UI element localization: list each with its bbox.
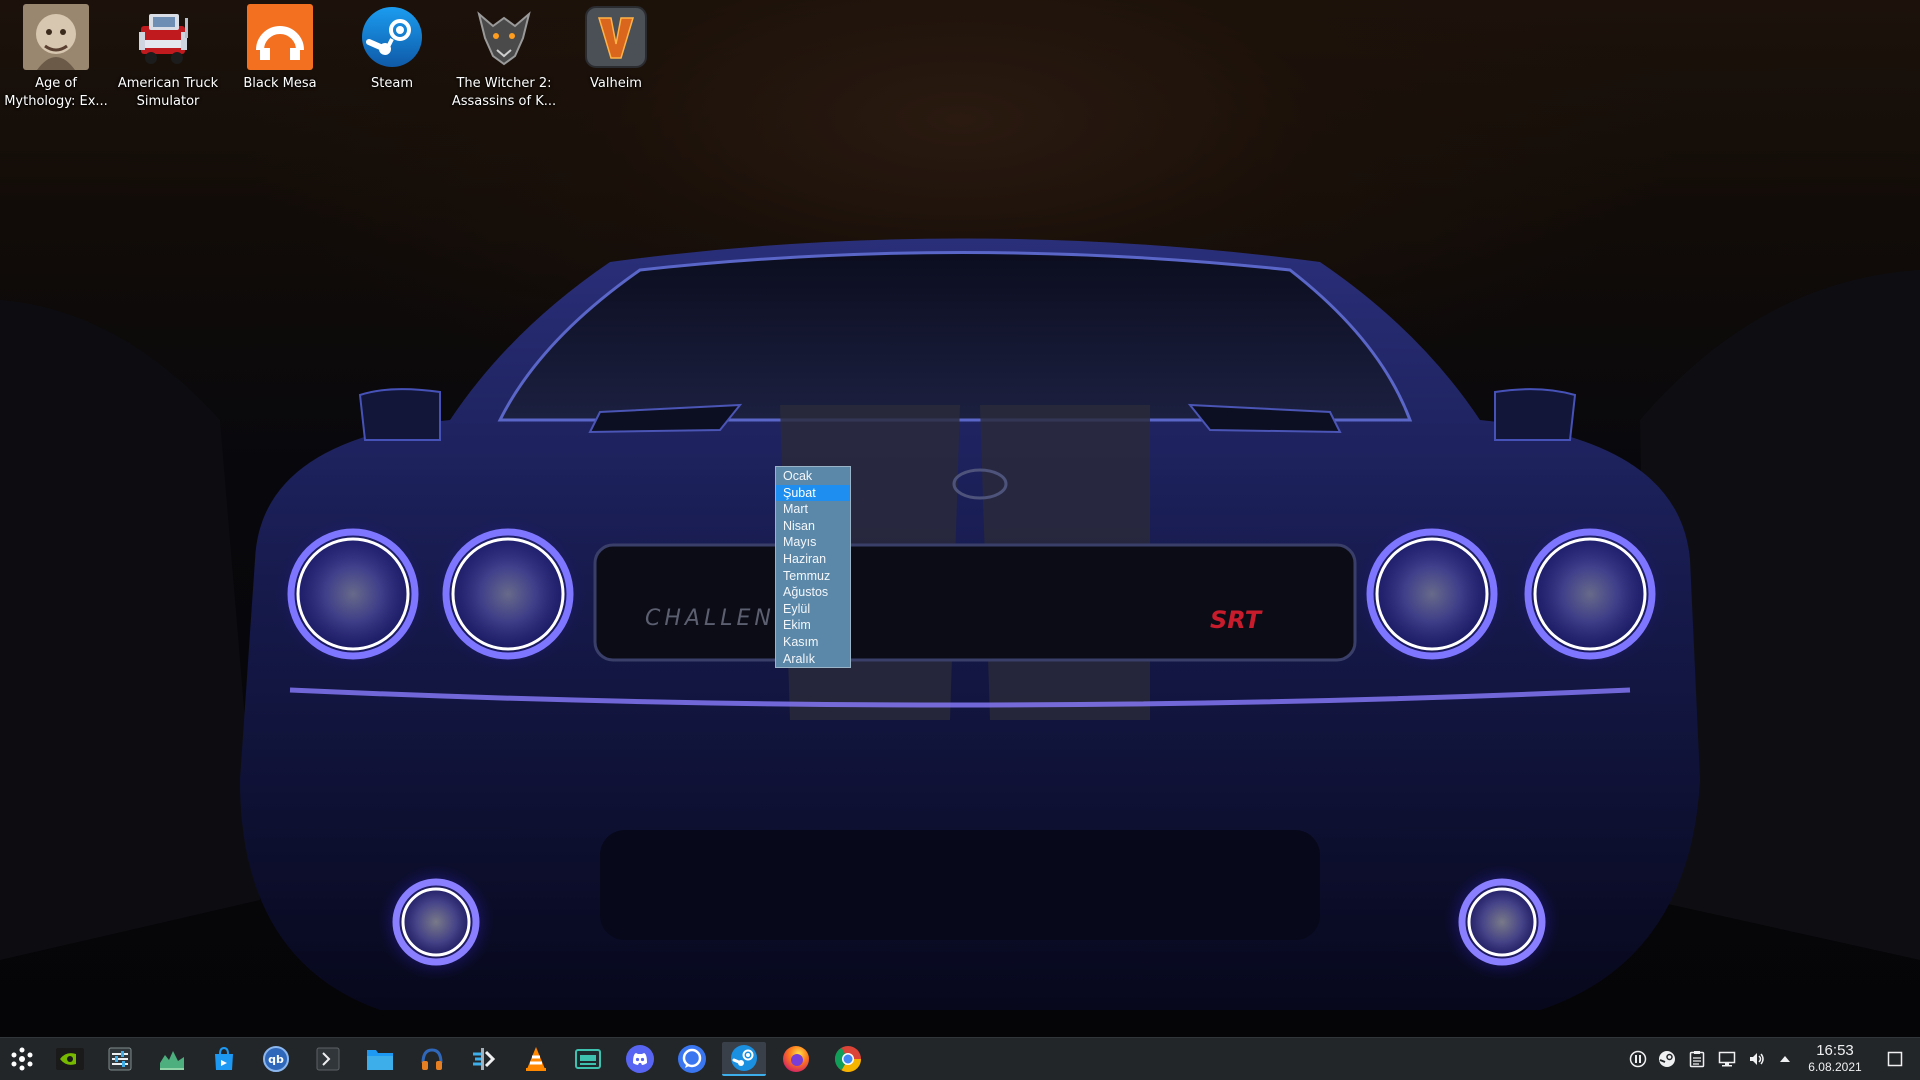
taskbar-file-manager[interactable] (358, 1042, 402, 1076)
system-settings-icon (108, 1047, 132, 1071)
car-wallpaper-art: CHALLEN SRT (0, 238, 1920, 1010)
tray-network[interactable] (1716, 1048, 1738, 1070)
taskbar-kde-connect[interactable] (462, 1042, 506, 1076)
steam-tray-icon (1659, 1051, 1675, 1067)
witcher-wolf-icon (471, 4, 537, 70)
tray-clipboard[interactable] (1686, 1048, 1708, 1070)
taskbar-audio-player[interactable] (410, 1042, 454, 1076)
show-desktop-button[interactable] (1884, 1048, 1906, 1070)
month-option-mart[interactable]: Mart (776, 501, 850, 518)
taskbar-signal[interactable] (670, 1042, 714, 1076)
taskbar: qb 16:53 6.08.2021 (0, 1037, 1920, 1080)
desktop-icon-label: American Truck Simulator (117, 76, 219, 109)
kde-connect-icon (473, 1048, 496, 1070)
volume-icon (1750, 1053, 1764, 1065)
terminal-icon (316, 1047, 340, 1071)
taskbar-system-settings[interactable] (98, 1042, 142, 1076)
desktop-icon-label: The Witcher 2: Assassins of K... (451, 76, 557, 109)
month-option-kasim[interactable]: Kasım (776, 634, 850, 651)
desktop-icon-label: Black Mesa (243, 76, 317, 91)
taskbar-discover[interactable] (202, 1042, 246, 1076)
taskbar-discord[interactable] (618, 1042, 662, 1076)
taskbar-nvidia[interactable] (48, 1042, 92, 1076)
taskbar-terminal[interactable] (306, 1042, 350, 1076)
media-pause-icon (1629, 1050, 1647, 1068)
virtual-machine-icon (575, 1049, 601, 1069)
firefox-icon (783, 1046, 809, 1072)
month-dropdown-list[interactable]: Ocak Şubat Mart Nisan Mayıs Haziran Temm… (775, 466, 851, 668)
month-option-mayis[interactable]: Mayıs (776, 534, 850, 551)
svg-text:SRT: SRT (1210, 606, 1263, 634)
month-option-ocak[interactable]: Ocak (776, 468, 850, 485)
month-option-haziran[interactable]: Haziran (776, 551, 850, 568)
clock-date: 6.08.2021 (1808, 1060, 1862, 1074)
taskbar-vlc[interactable] (514, 1042, 558, 1076)
month-option-ekim[interactable]: Ekim (776, 617, 850, 634)
age-of-mythology-icon (23, 4, 89, 70)
discord-icon (626, 1045, 654, 1073)
steam-icon (359, 4, 425, 70)
month-option-nisan[interactable]: Nisan (776, 518, 850, 535)
expand-tray-icon (1780, 1056, 1790, 1062)
desktop-icon-black-mesa[interactable]: Black Mesa (224, 4, 336, 93)
desktop-wallpaper: CHALLEN SRT (0, 0, 1920, 1037)
system-monitor-icon (160, 1051, 184, 1070)
clock[interactable]: 16:53 6.08.2021 (1800, 1042, 1870, 1075)
black-mesa-icon (247, 4, 313, 70)
tray-steam[interactable] (1656, 1048, 1678, 1070)
nvidia-icon (56, 1048, 84, 1070)
desktop-icon-label: Age of Mythology: Ex... (4, 76, 108, 109)
tray-expand[interactable] (1774, 1048, 1796, 1070)
month-option-subat[interactable]: Şubat (776, 484, 850, 502)
taskbar-virtual-machine[interactable] (566, 1042, 610, 1076)
show-desktop-icon (1887, 1051, 1903, 1067)
audio-player-icon (421, 1048, 443, 1070)
app-launcher-button[interactable] (0, 1042, 44, 1076)
signal-icon (678, 1045, 706, 1073)
steam-icon (731, 1045, 757, 1071)
taskbar-system-monitor[interactable] (150, 1042, 194, 1076)
desktop-icon-label: Steam (371, 76, 413, 91)
app-launcher-icon (11, 1047, 33, 1071)
month-option-eylul[interactable]: Eylül (776, 601, 850, 618)
network-icon (1718, 1051, 1736, 1067)
qbittorrent-icon: qb (263, 1046, 289, 1072)
tray-media-pause[interactable] (1627, 1048, 1649, 1070)
desktop-icon-age-of-mythology[interactable]: Age of Mythology: Ex... (0, 4, 112, 111)
file-manager-icon (367, 1050, 393, 1070)
svg-text:qb: qb (268, 1053, 284, 1066)
taskbar-chrome[interactable] (826, 1042, 870, 1076)
month-option-aralik[interactable]: Aralık (776, 651, 850, 668)
tray-volume[interactable] (1746, 1048, 1768, 1070)
taskbar-firefox[interactable] (774, 1042, 818, 1076)
desktop-icon-label: Valheim (590, 76, 642, 91)
desktop-icon-steam[interactable]: Steam (336, 4, 448, 93)
desktop-icon-the-witcher-2[interactable]: The Witcher 2: Assassins of K... (448, 4, 560, 111)
taskbar-steam[interactable] (722, 1042, 766, 1076)
vlc-icon (526, 1047, 546, 1071)
month-option-temmuz[interactable]: Temmuz (776, 568, 850, 585)
month-option-agustos[interactable]: Ağustos (776, 584, 850, 601)
chrome-icon (834, 1046, 862, 1073)
clipboard-icon (1689, 1051, 1705, 1068)
clock-time: 16:53 (1816, 1042, 1854, 1059)
desktop-icon-valheim[interactable]: Valheim (560, 4, 672, 93)
desktop-icon-american-truck-simulator[interactable]: American Truck Simulator (112, 4, 224, 111)
taskbar-qbittorrent[interactable]: qb (254, 1042, 298, 1076)
discover-store-icon (215, 1046, 233, 1070)
valheim-icon (583, 4, 649, 70)
truck-icon (135, 4, 201, 70)
svg-text:CHALLEN: CHALLEN (645, 606, 775, 631)
